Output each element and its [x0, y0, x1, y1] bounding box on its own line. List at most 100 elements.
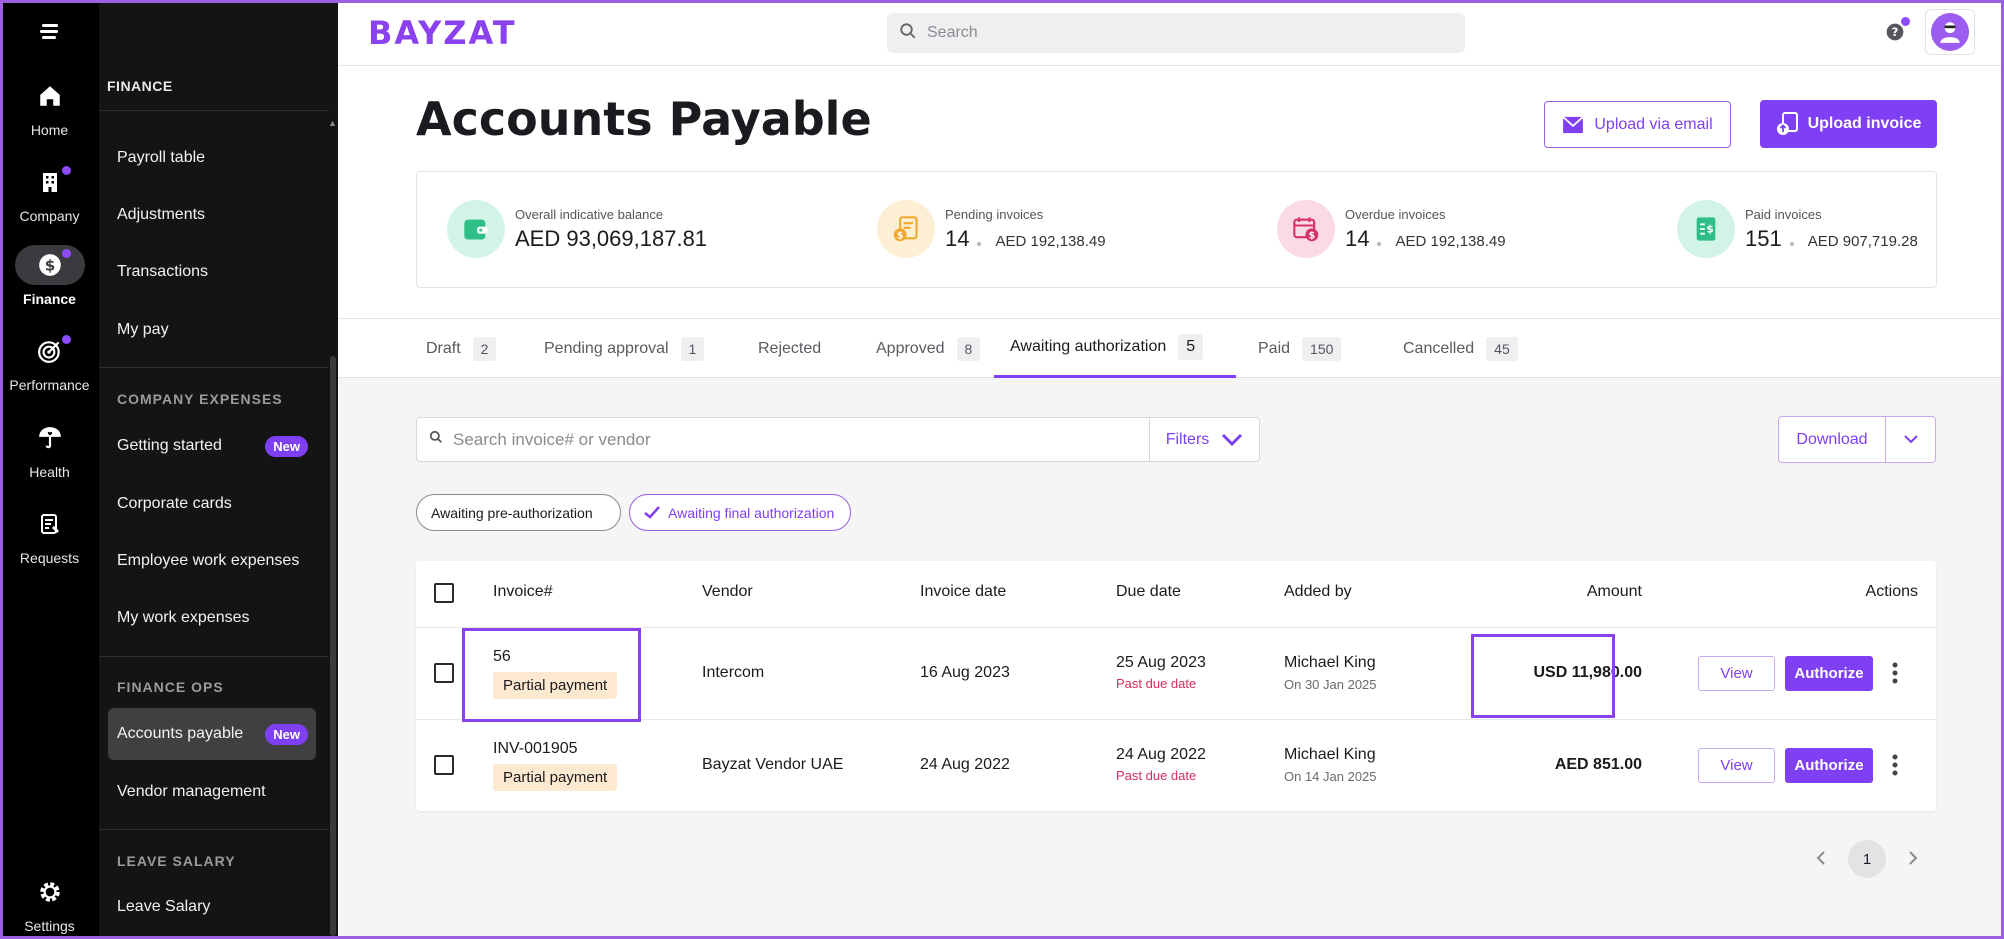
chevron-left-icon[interactable]: [1811, 848, 1831, 868]
upload-invoice-button[interactable]: Upload invoice: [1760, 100, 1937, 148]
sidebar-item-leave-salary[interactable]: Leave Salary: [108, 881, 316, 933]
svg-text:$: $: [1309, 230, 1316, 241]
invoice-number[interactable]: 56: [493, 648, 617, 666]
column-header-invoice-date[interactable]: Invoice date: [920, 583, 1006, 601]
upload-via-email-button[interactable]: Upload via email: [1544, 101, 1731, 148]
tab-cancelled[interactable]: Cancelled 45: [1387, 319, 1534, 378]
stat-paid-invoices: $ Paid invoices 151 AED 907,719.28: [1677, 200, 1918, 258]
sidebar-item-label: Leave Salary: [117, 898, 211, 915]
sidebar-item-adjustments[interactable]: Adjustments: [108, 189, 316, 241]
column-header-added-by[interactable]: Added by: [1284, 583, 1352, 601]
home-icon: [15, 76, 85, 116]
sidebar-item-getting-started[interactable]: Getting started New: [108, 420, 316, 472]
amount-cell: USD 11,980.00: [1533, 664, 1642, 681]
sidebar-item-transactions[interactable]: Transactions: [108, 246, 316, 298]
sidebar-item-label: Getting started: [117, 437, 222, 454]
invoice-date-cell: 16 Aug 2023: [920, 664, 1010, 681]
rail-item-performance[interactable]: Performance: [0, 331, 99, 401]
tab-rejected[interactable]: Rejected: [742, 319, 837, 378]
view-button[interactable]: View: [1698, 748, 1775, 783]
select-all-checkbox[interactable]: [434, 583, 454, 603]
chip-awaiting-pre-authorization[interactable]: Awaiting pre-authorization: [416, 494, 621, 531]
sidebar-item-label: My pay: [117, 321, 169, 338]
status-badge: Partial payment: [493, 672, 618, 699]
due-date: 24 Aug 2022: [1116, 746, 1206, 763]
rail-item-requests[interactable]: Requests: [0, 504, 99, 574]
summary-stats: Overall indicative balance AED 93,069,18…: [416, 171, 1937, 288]
separator-dot: [1789, 241, 1794, 246]
scroll-up-icon[interactable]: ▲: [328, 118, 337, 128]
chip-awaiting-final-authorization[interactable]: Awaiting final authorization: [629, 494, 851, 531]
icon-rail: Home Company $ Finance Performance Healt…: [0, 0, 99, 939]
stat-label: Paid invoices: [1745, 206, 1822, 222]
tab-awaiting-authorization[interactable]: Awaiting authorization 5: [994, 319, 1236, 378]
svg-text:?: ?: [1892, 25, 1899, 39]
tab-pending-approval[interactable]: Pending approval 1: [528, 319, 720, 378]
stat-overdue-invoices: $ Overdue invoices 14 AED 192,138.49: [1277, 200, 1506, 258]
sidebar-item-employee-work-expenses[interactable]: Employee work expenses: [108, 535, 316, 587]
tab-count: 2: [472, 336, 497, 361]
pagination-page[interactable]: 1: [1848, 840, 1886, 878]
invoice-search[interactable]: [416, 417, 1150, 462]
rail-label: Settings: [24, 918, 75, 934]
sidebar-item-payroll-table[interactable]: Payroll table: [108, 132, 316, 184]
authorize-button[interactable]: Authorize: [1785, 656, 1873, 691]
rail-item-home[interactable]: Home: [0, 76, 99, 146]
upload-document-icon: [1776, 112, 1798, 136]
stat-label: Overall indicative balance: [515, 206, 664, 222]
envelope-icon: [1562, 115, 1584, 134]
download-button[interactable]: Download: [1778, 416, 1886, 463]
gear-icon: [15, 872, 85, 912]
column-header-invoice[interactable]: Invoice#: [493, 583, 553, 601]
row-checkbox[interactable]: [434, 755, 454, 775]
rail-label: Company: [19, 208, 80, 224]
column-header-due-date[interactable]: Due date: [1116, 583, 1181, 601]
added-by-name: Michael King: [1284, 746, 1376, 763]
search-icon: [429, 430, 443, 449]
invoice-date-cell: 24 Aug 2022: [920, 756, 1010, 773]
download-options-button[interactable]: [1885, 416, 1936, 463]
divider: [99, 829, 329, 830]
rail-item-company[interactable]: Company: [0, 162, 99, 232]
added-by-cell: Michael King On 14 Jan 2025: [1284, 746, 1377, 784]
more-options-icon[interactable]: [1885, 658, 1905, 688]
notification-dot: [61, 166, 71, 175]
global-search[interactable]: [887, 13, 1465, 53]
divider: [99, 367, 329, 368]
notification-dot: [61, 249, 71, 258]
chip-label: Awaiting final authorization: [668, 504, 835, 521]
sidebar-item-corporate-cards[interactable]: Corporate cards: [108, 478, 316, 530]
paid-invoice-icon: $: [1677, 200, 1735, 258]
sidebar-item-accounts-payable[interactable]: Accounts payable New: [108, 708, 316, 760]
target-icon: [15, 331, 85, 371]
authorize-button[interactable]: Authorize: [1785, 748, 1873, 783]
user-avatar-button[interactable]: [1925, 9, 1975, 55]
sidebar-item-vendor-management[interactable]: Vendor management: [108, 766, 316, 818]
sidebar-item-my-pay[interactable]: My pay: [108, 304, 316, 356]
menu-icon[interactable]: [38, 20, 62, 44]
sidebar-scrollbar[interactable]: [330, 356, 336, 936]
bayzat-logo[interactable]: BAYZAT: [368, 14, 517, 52]
rail-item-health[interactable]: Health: [0, 418, 99, 488]
view-button[interactable]: View: [1698, 656, 1775, 691]
column-header-amount[interactable]: Amount: [1542, 583, 1642, 601]
invoice-number[interactable]: INV-001905: [493, 740, 617, 758]
rail-item-settings[interactable]: Settings: [0, 872, 99, 939]
status-tabs: Draft 2 Pending approval 1 Rejected Appr…: [338, 318, 2004, 378]
tab-label: Rejected: [758, 339, 822, 357]
global-search-input[interactable]: [927, 24, 1427, 42]
column-header-vendor[interactable]: Vendor: [702, 583, 753, 601]
due-date: 25 Aug 2023: [1116, 654, 1206, 671]
invoice-search-input[interactable]: [453, 429, 1113, 450]
more-options-icon[interactable]: [1885, 750, 1905, 780]
rail-item-finance[interactable]: $ Finance: [0, 245, 99, 315]
vendor-cell: Intercom: [702, 664, 765, 681]
sidebar-item-my-work-expenses[interactable]: My work expenses: [108, 592, 316, 644]
row-checkbox[interactable]: [434, 663, 454, 683]
tab-draft[interactable]: Draft 2: [410, 319, 512, 378]
filters-button[interactable]: Filters: [1149, 417, 1260, 462]
stat-amount: AED 192,138.49: [995, 232, 1106, 250]
tab-paid[interactable]: Paid 150: [1242, 319, 1357, 378]
chevron-right-icon[interactable]: [1903, 848, 1923, 868]
tab-approved[interactable]: Approved 8: [860, 319, 996, 378]
